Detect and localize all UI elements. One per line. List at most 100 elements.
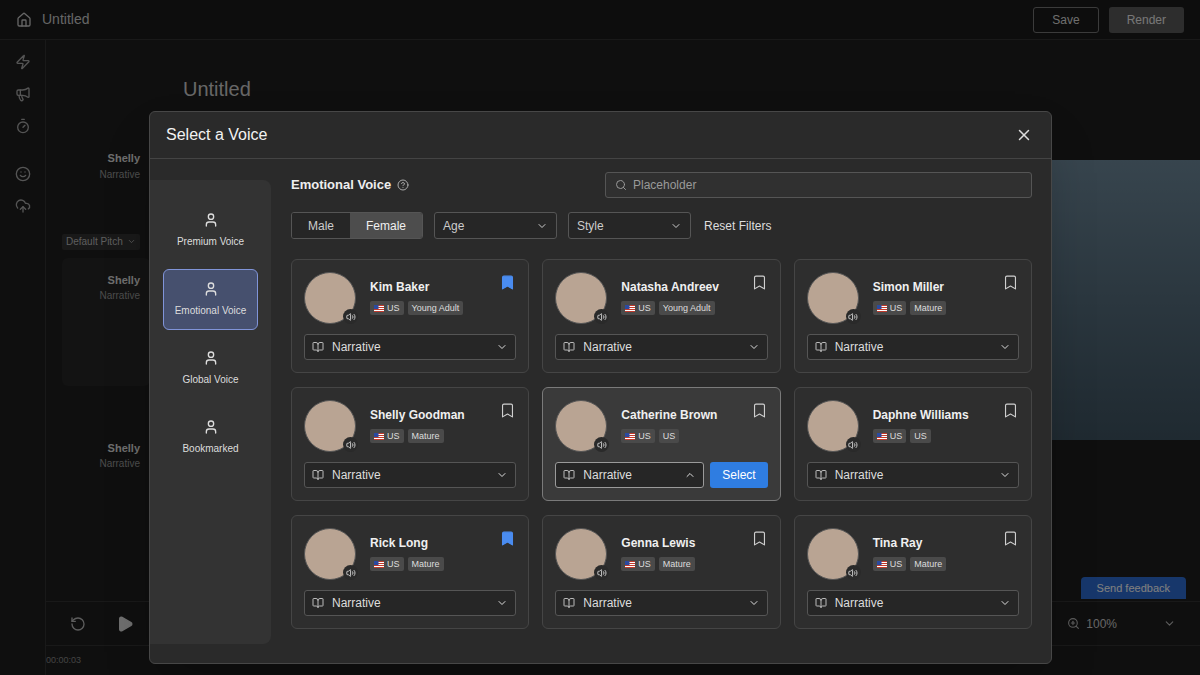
preview-badge[interactable] (846, 309, 861, 324)
chevron-down-icon (496, 341, 508, 353)
style-dropdown[interactable]: Narrative (555, 334, 767, 360)
voice-tag: US (370, 557, 404, 571)
us-flag-icon (374, 305, 384, 312)
chevron-down-icon (999, 469, 1011, 481)
bookmark-icon[interactable] (1002, 274, 1019, 291)
voice-name: Daphne Williams (873, 407, 1002, 423)
speaker-icon (848, 440, 858, 450)
person-icon (203, 419, 219, 435)
search-field[interactable]: Placeholder (605, 172, 1032, 198)
category-item[interactable]: Emotional Voice (163, 269, 258, 330)
dialog-title: Select a Voice (166, 123, 267, 147)
voice-name: Natasha Andreev (621, 279, 750, 295)
voice-tag: Young Adult (408, 301, 464, 315)
category-item[interactable]: Global Voice (163, 338, 258, 399)
filter-dropdown[interactable]: Age (434, 212, 557, 239)
voice-card[interactable]: Simon MillerUSMatureNarrative (794, 259, 1032, 373)
chevron-up-icon (684, 469, 696, 481)
bookmark-icon[interactable] (751, 274, 768, 291)
chevron-down-icon (999, 597, 1011, 609)
us-flag-icon (374, 561, 384, 568)
bookmark-icon[interactable] (1002, 530, 1019, 547)
bookmark-icon[interactable] (751, 530, 768, 547)
speaker-icon (597, 440, 607, 450)
style-dropdown[interactable]: Narrative (807, 462, 1019, 488)
book-icon (815, 597, 827, 609)
voice-name: Catherine Brown (621, 407, 750, 423)
us-flag-icon (877, 561, 887, 568)
chevron-down-icon (496, 469, 508, 481)
voice-tag: US (621, 557, 655, 571)
voice-tag: Mature (910, 301, 946, 315)
voice-tag: Mature (408, 557, 444, 571)
bookmark-icon[interactable] (499, 274, 516, 291)
preview-badge[interactable] (343, 309, 358, 324)
voice-card[interactable]: Shelly GoodmanUSMatureNarrative (291, 387, 529, 501)
preview-badge[interactable] (343, 437, 358, 452)
app: UntitledSaveRenderShellyNarrativeDefault… (0, 0, 1200, 675)
avatar (555, 272, 607, 324)
voice-card[interactable]: Tina Ray USMature Narrative (794, 515, 1032, 629)
chevron-down-icon (536, 220, 548, 232)
select-button[interactable]: Select (710, 462, 767, 488)
us-flag-icon (625, 305, 635, 312)
bookmark-icon[interactable] (751, 402, 768, 419)
bookmark-icon[interactable] (499, 402, 516, 419)
preview-badge[interactable] (594, 437, 609, 452)
preview-badge[interactable] (846, 437, 861, 452)
voice-card[interactable]: Genna LewisUSMatureNarrative (542, 515, 780, 629)
category-item[interactable]: Premium Voice (163, 200, 258, 261)
voice-card[interactable]: Rick LongUSMatureNarrative (291, 515, 529, 629)
voice-tag: US (370, 429, 404, 443)
preview-badge[interactable] (846, 565, 861, 580)
voice-card[interactable]: Natasha Andreev US Young Adult Narrative (542, 259, 780, 373)
preview-badge[interactable] (594, 309, 609, 324)
style-dropdown[interactable]: Narrative (304, 590, 516, 616)
gender-option[interactable]: Female (350, 213, 422, 238)
voice-name: Simon Miller (873, 279, 1002, 295)
help-icon[interactable] (397, 179, 409, 191)
voice-name: Kim Baker (370, 279, 499, 295)
chevron-down-icon (748, 597, 760, 609)
avatar (304, 528, 356, 580)
style-dropdown[interactable]: Narrative (555, 462, 704, 488)
close-icon[interactable] (1015, 126, 1033, 144)
reset-filters-button[interactable]: Reset Filters (704, 217, 771, 235)
voice-card[interactable]: Catherine BrownUSUSNarrativeSelect (542, 387, 780, 501)
voice-tag: Mature (408, 429, 444, 443)
bookmark-icon[interactable] (499, 530, 516, 547)
voice-tag: US (659, 429, 680, 443)
voice-dialog: Select a Voice Premium Voice Emotional Voi… (149, 111, 1052, 664)
speaker-icon (848, 568, 858, 578)
avatar (555, 528, 607, 580)
style-dropdown[interactable]: Narrative (807, 590, 1019, 616)
avatar (807, 528, 859, 580)
voice-name: Tina Ray (873, 535, 1002, 551)
voice-tag: US (621, 301, 655, 315)
search-icon (615, 179, 627, 191)
book-icon (815, 341, 827, 353)
preview-badge[interactable] (594, 565, 609, 580)
voice-tag: Young Adult (659, 301, 715, 315)
voice-card[interactable]: Kim Baker US Young Adult Narrative (291, 259, 529, 373)
speaker-icon (597, 312, 607, 322)
gender-toggle: MaleFemale (291, 212, 423, 239)
preview-badge[interactable] (343, 565, 358, 580)
style-dropdown[interactable]: Narrative (304, 462, 516, 488)
voice-card[interactable]: Daphne WilliamsUSUSNarrative (794, 387, 1032, 501)
voice-tag: Mature (910, 557, 946, 571)
bookmark-icon[interactable] (1002, 402, 1019, 419)
voice-tag: US (370, 301, 404, 315)
style-dropdown[interactable]: Narrative (304, 334, 516, 360)
us-flag-icon (374, 433, 384, 440)
avatar (555, 400, 607, 452)
person-icon (203, 350, 219, 366)
speaker-icon (597, 568, 607, 578)
style-dropdown[interactable]: Narrative (555, 590, 767, 616)
category-item[interactable]: Bookmarked (163, 407, 258, 468)
style-dropdown[interactable]: Narrative (807, 334, 1019, 360)
voice-tag: US (873, 557, 907, 571)
filter-dropdown[interactable]: Style (568, 212, 691, 239)
book-icon (312, 341, 324, 353)
gender-option[interactable]: Male (292, 213, 350, 238)
